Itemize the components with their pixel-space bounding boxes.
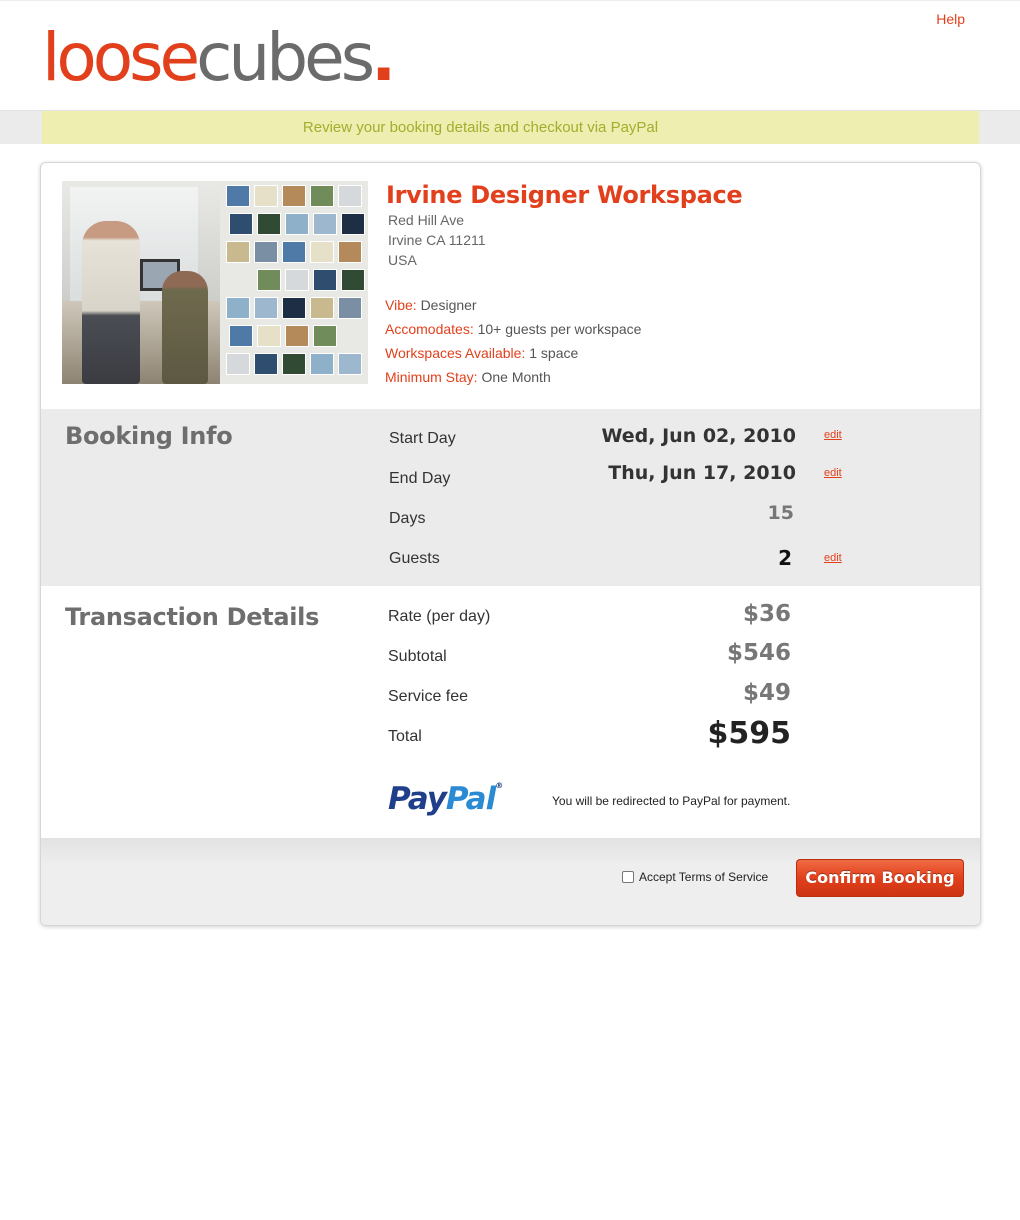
collage-photo bbox=[226, 353, 250, 375]
subtotal-value: $546 bbox=[726, 640, 791, 666]
collage-photo bbox=[254, 185, 278, 207]
collage-photo bbox=[254, 353, 278, 375]
days-value: 15 bbox=[767, 502, 794, 524]
attr-value: 1 space bbox=[529, 345, 579, 361]
paypal-logo-pay: Pay bbox=[388, 781, 447, 817]
collage-photo bbox=[285, 325, 309, 347]
accept-tos[interactable]: Accept Terms of Service bbox=[622, 870, 768, 884]
site-header: Help loosecubes. bbox=[0, 0, 1020, 111]
collage-photo bbox=[282, 241, 306, 263]
collage-photo bbox=[257, 269, 281, 291]
paypal-redirect-note: You will be redirected to PayPal for pay… bbox=[552, 794, 791, 808]
end-day-value: Thu, Jun 17, 2010 bbox=[608, 462, 796, 484]
tos-label: Accept Terms of Service bbox=[639, 870, 769, 884]
collage-photo bbox=[338, 297, 362, 319]
collage-photo bbox=[229, 325, 253, 347]
address-line-2: Irvine CA 11211 bbox=[388, 232, 486, 248]
tos-checkbox[interactable] bbox=[622, 871, 634, 883]
attr-key: Minimum Stay: bbox=[385, 369, 478, 385]
attr-key: Vibe: bbox=[385, 297, 417, 313]
collage-photo bbox=[257, 213, 281, 235]
service-fee-value: $49 bbox=[742, 680, 791, 706]
collage-photo bbox=[338, 185, 362, 207]
collage-photo bbox=[313, 325, 337, 347]
logo-part-cubes: cubes bbox=[196, 19, 375, 96]
collage-photo bbox=[254, 241, 278, 263]
collage-photo bbox=[313, 269, 337, 291]
rate-value: $36 bbox=[742, 601, 791, 627]
logo-dot: . bbox=[371, 19, 396, 96]
attr-value: Designer bbox=[420, 297, 477, 313]
attr-value: 10+ guests per workspace bbox=[477, 321, 642, 337]
guests-label: Guests bbox=[389, 550, 440, 567]
address-line-1: Red Hill Ave bbox=[388, 212, 465, 228]
checkout-notice: Review your booking details and checkout… bbox=[42, 111, 979, 144]
booking-info-heading: Booking Info bbox=[65, 422, 233, 450]
attr-workspaces: Workspaces Available: 1 space bbox=[385, 345, 578, 361]
confirm-booking-button[interactable]: Confirm Booking bbox=[796, 859, 964, 897]
attr-minimum-stay: Minimum Stay: One Month bbox=[385, 369, 551, 385]
guests-value: 2 bbox=[778, 546, 792, 570]
paypal-logo-pal: Pal bbox=[445, 781, 496, 817]
collage-photo bbox=[310, 185, 334, 207]
collage-photo bbox=[285, 269, 309, 291]
attr-accommodates: Accomodates: 10+ guests per workspace bbox=[385, 321, 641, 337]
collage-photo bbox=[310, 241, 334, 263]
collage-photo bbox=[229, 213, 253, 235]
paypal-logo: PayPal® bbox=[388, 781, 503, 817]
attr-value: One Month bbox=[481, 369, 551, 385]
attr-key: Workspaces Available: bbox=[385, 345, 526, 361]
attr-key: Accomodates: bbox=[385, 321, 474, 337]
logo-part-loose: loose bbox=[42, 19, 200, 96]
subtotal-label: Subtotal bbox=[388, 648, 447, 665]
start-day-label: Start Day bbox=[389, 430, 456, 447]
collage-photo bbox=[310, 353, 334, 375]
workspace-photo bbox=[62, 181, 368, 384]
collage-photo bbox=[338, 353, 362, 375]
edit-start-day-link[interactable]: edit bbox=[824, 429, 842, 441]
help-link[interactable]: Help bbox=[936, 11, 965, 27]
collage-photo bbox=[313, 213, 337, 235]
collage-photo bbox=[338, 241, 362, 263]
collage-photo bbox=[257, 325, 281, 347]
transaction-details-heading: Transaction Details bbox=[65, 603, 320, 631]
booking-card: Irvine Designer Workspace Red Hill Ave I… bbox=[40, 162, 981, 926]
collage-photo bbox=[341, 269, 365, 291]
attr-vibe: Vibe: Designer bbox=[385, 297, 477, 313]
collage-photo bbox=[226, 185, 250, 207]
address-line-3: USA bbox=[388, 252, 417, 268]
collage-photo bbox=[282, 353, 306, 375]
listing-title[interactable]: Irvine Designer Workspace bbox=[386, 181, 743, 209]
total-label: Total bbox=[388, 728, 422, 745]
loosecubes-logo[interactable]: loosecubes. bbox=[42, 25, 396, 91]
collage-photo bbox=[254, 297, 278, 319]
edit-guests-link[interactable]: edit bbox=[824, 552, 842, 564]
end-day-label: End Day bbox=[389, 470, 451, 487]
rate-label: Rate (per day) bbox=[388, 608, 491, 625]
collage-photo bbox=[310, 297, 334, 319]
start-day-value: Wed, Jun 02, 2010 bbox=[601, 425, 797, 447]
collage-photo bbox=[285, 213, 309, 235]
collage-photo bbox=[341, 213, 365, 235]
service-fee-label: Service fee bbox=[388, 688, 469, 705]
days-label: Days bbox=[389, 510, 426, 527]
edit-end-day-link[interactable]: edit bbox=[824, 467, 842, 479]
collage-photo bbox=[226, 241, 250, 263]
total-value: $595 bbox=[707, 716, 792, 751]
collage-photo bbox=[226, 297, 250, 319]
paypal-logo-registered: ® bbox=[495, 781, 503, 790]
collage-photo bbox=[282, 185, 306, 207]
collage-photo bbox=[282, 297, 306, 319]
